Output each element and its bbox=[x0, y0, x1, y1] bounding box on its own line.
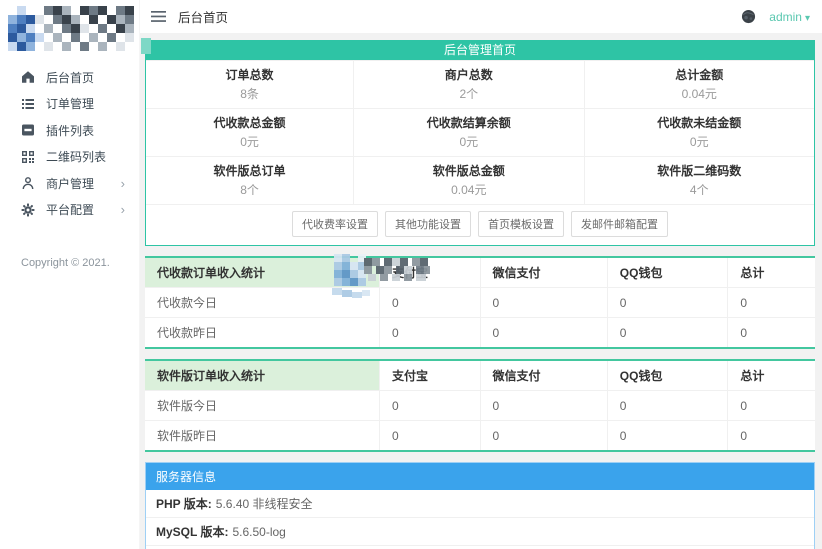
cell-value: 0 bbox=[380, 391, 481, 421]
sidebar: 后台首页 订单管理 插件列表 二维码列表 商户管理 › bbox=[0, 0, 140, 549]
overview-panel-header: 后台管理首页 bbox=[146, 41, 814, 60]
column-header: 支付宝 bbox=[380, 258, 481, 288]
collection-rate-settings-button[interactable]: 代收费率设置 bbox=[292, 211, 378, 237]
sidebar-item-label: 商户管理 bbox=[46, 175, 94, 192]
overview-panel: 后台管理首页 订单总数8条 商户总数2个 总计金额0.04元 代收款总金额0元 … bbox=[145, 40, 815, 246]
column-header: 总计 bbox=[728, 258, 815, 288]
cell-value: 0 bbox=[607, 391, 728, 421]
table-row: 代收款今日 0 0 0 0 bbox=[145, 288, 815, 318]
qrcode-icon bbox=[21, 150, 35, 164]
merchant-user-icon bbox=[21, 176, 35, 190]
server-info-row: MySQL 版本:5.6.50-log bbox=[146, 518, 814, 546]
stat-cell: 商户总数2个 bbox=[353, 60, 583, 108]
order-list-icon bbox=[21, 97, 35, 111]
homepage-template-settings-button[interactable]: 首页模板设置 bbox=[478, 211, 564, 237]
column-header: QQ钱包 bbox=[607, 361, 728, 391]
cell-value: 0 bbox=[728, 421, 815, 451]
sidebar-item-home[interactable]: 后台首页 bbox=[0, 64, 139, 91]
overview-panel-title: 后台管理首页 bbox=[444, 43, 516, 57]
stat-cell: 代收款总金额0元 bbox=[146, 108, 353, 156]
column-header: QQ钱包 bbox=[607, 258, 728, 288]
cell-value: 0 bbox=[480, 391, 607, 421]
breadcrumb-title[interactable]: 后台首页 bbox=[178, 7, 228, 26]
caret-down-icon: ▾ bbox=[805, 13, 810, 24]
overview-stats-grid: 订单总数8条 商户总数2个 总计金额0.04元 代收款总金额0元 代收款结算余额… bbox=[146, 60, 814, 204]
row-label: 软件版昨日 bbox=[145, 421, 380, 451]
app-logo-censored bbox=[8, 6, 134, 54]
software-income-table: 软件版订单收入统计 支付宝 微信支付 QQ钱包 总计 软件版今日 0 0 0 0… bbox=[145, 359, 815, 452]
sidebar-item-label: 平台配置 bbox=[46, 201, 94, 218]
sidebar-item-qrcodes[interactable]: 二维码列表 bbox=[0, 144, 139, 171]
column-header: 支付宝 bbox=[380, 361, 481, 391]
column-header: 总计 bbox=[728, 361, 815, 391]
chevron-right-icon: › bbox=[121, 203, 125, 216]
table-header-row: 代收款订单收入统计 支付宝 微信支付 QQ钱包 总计 bbox=[145, 258, 815, 288]
row-label: 代收款昨日 bbox=[145, 318, 380, 348]
server-info-row: PHP 版本:5.6.40 非线程安全 bbox=[146, 490, 814, 518]
sidebar-item-plugins[interactable]: 插件列表 bbox=[0, 117, 139, 144]
stat-cell: 代收款未结金额0元 bbox=[584, 108, 814, 156]
row-label: 代收款今日 bbox=[145, 288, 380, 318]
overview-button-row: 代收费率设置 其他功能设置 首页模板设置 发邮件邮箱配置 bbox=[146, 204, 814, 245]
home-icon bbox=[21, 70, 35, 84]
globe-icon[interactable] bbox=[741, 9, 756, 24]
cell-value: 0 bbox=[607, 288, 728, 318]
other-functions-settings-button[interactable]: 其他功能设置 bbox=[385, 211, 471, 237]
email-config-button[interactable]: 发邮件邮箱配置 bbox=[571, 211, 668, 237]
sidebar-item-label: 插件列表 bbox=[46, 122, 94, 139]
table-row: 软件版今日 0 0 0 0 bbox=[145, 391, 815, 421]
server-info-title: 服务器信息 bbox=[146, 463, 814, 490]
sidebar-menu: 后台首页 订单管理 插件列表 二维码列表 商户管理 › bbox=[0, 64, 139, 223]
sidebar-item-label: 订单管理 bbox=[46, 95, 94, 112]
collection-income-table: 代收款订单收入统计 支付宝 微信支付 QQ钱包 总计 代收款今日 0 0 0 0… bbox=[145, 256, 815, 349]
cell-value: 0 bbox=[480, 288, 607, 318]
stat-cell: 软件版二维码数4个 bbox=[584, 156, 814, 204]
chevron-right-icon: › bbox=[121, 177, 125, 190]
server-info-panel: 服务器信息 PHP 版本:5.6.40 非线程安全 MySQL 版本:5.6.5… bbox=[145, 462, 815, 549]
hamburger-menu-icon[interactable] bbox=[151, 10, 167, 23]
sidebar-item-platform-settings[interactable]: 平台配置 › bbox=[0, 197, 139, 224]
row-label: 软件版今日 bbox=[145, 391, 380, 421]
sidebar-item-merchants[interactable]: 商户管理 › bbox=[0, 170, 139, 197]
cell-value: 0 bbox=[728, 318, 815, 348]
cell-value: 0 bbox=[607, 318, 728, 348]
cell-value: 0 bbox=[728, 288, 815, 318]
sidebar-item-orders[interactable]: 订单管理 bbox=[0, 91, 139, 118]
table-title: 代收款订单收入统计 bbox=[145, 258, 380, 288]
cell-value: 0 bbox=[480, 318, 607, 348]
column-header: 微信支付 bbox=[480, 258, 607, 288]
stat-cell: 订单总数8条 bbox=[146, 60, 353, 108]
table-title: 软件版订单收入统计 bbox=[145, 361, 380, 391]
cell-value: 0 bbox=[728, 391, 815, 421]
stat-cell: 软件版总订单8个 bbox=[146, 156, 353, 204]
cell-value: 0 bbox=[480, 421, 607, 451]
column-header: 微信支付 bbox=[480, 361, 607, 391]
topbar-right: admin▾ bbox=[741, 9, 822, 24]
copyright-text: Copyright © 2021. bbox=[21, 257, 139, 269]
gear-icon bbox=[21, 203, 35, 217]
table-row: 软件版昨日 0 0 0 0 bbox=[145, 421, 815, 451]
cell-value: 0 bbox=[380, 288, 481, 318]
sidebar-item-label: 后台首页 bbox=[46, 69, 94, 86]
topbar: 后台首页 admin▾ bbox=[140, 0, 822, 33]
plugin-icon bbox=[21, 123, 35, 137]
cell-value: 0 bbox=[607, 421, 728, 451]
stat-cell: 软件版总金额0.04元 bbox=[353, 156, 583, 204]
cell-value: 0 bbox=[380, 421, 481, 451]
sidebar-item-label: 二维码列表 bbox=[46, 148, 106, 165]
main-content: 后台管理首页 订单总数8条 商户总数2个 总计金额0.04元 代收款总金额0元 … bbox=[140, 33, 822, 549]
table-header-row: 软件版订单收入统计 支付宝 微信支付 QQ钱包 总计 bbox=[145, 361, 815, 391]
user-menu[interactable]: admin▾ bbox=[769, 10, 810, 24]
cell-value: 0 bbox=[380, 318, 481, 348]
header-accent-block bbox=[141, 38, 151, 54]
table-row: 代收款昨日 0 0 0 0 bbox=[145, 318, 815, 348]
stat-cell: 总计金额0.04元 bbox=[584, 60, 814, 108]
stat-cell: 代收款结算余额0元 bbox=[353, 108, 583, 156]
user-name: admin bbox=[769, 10, 802, 24]
